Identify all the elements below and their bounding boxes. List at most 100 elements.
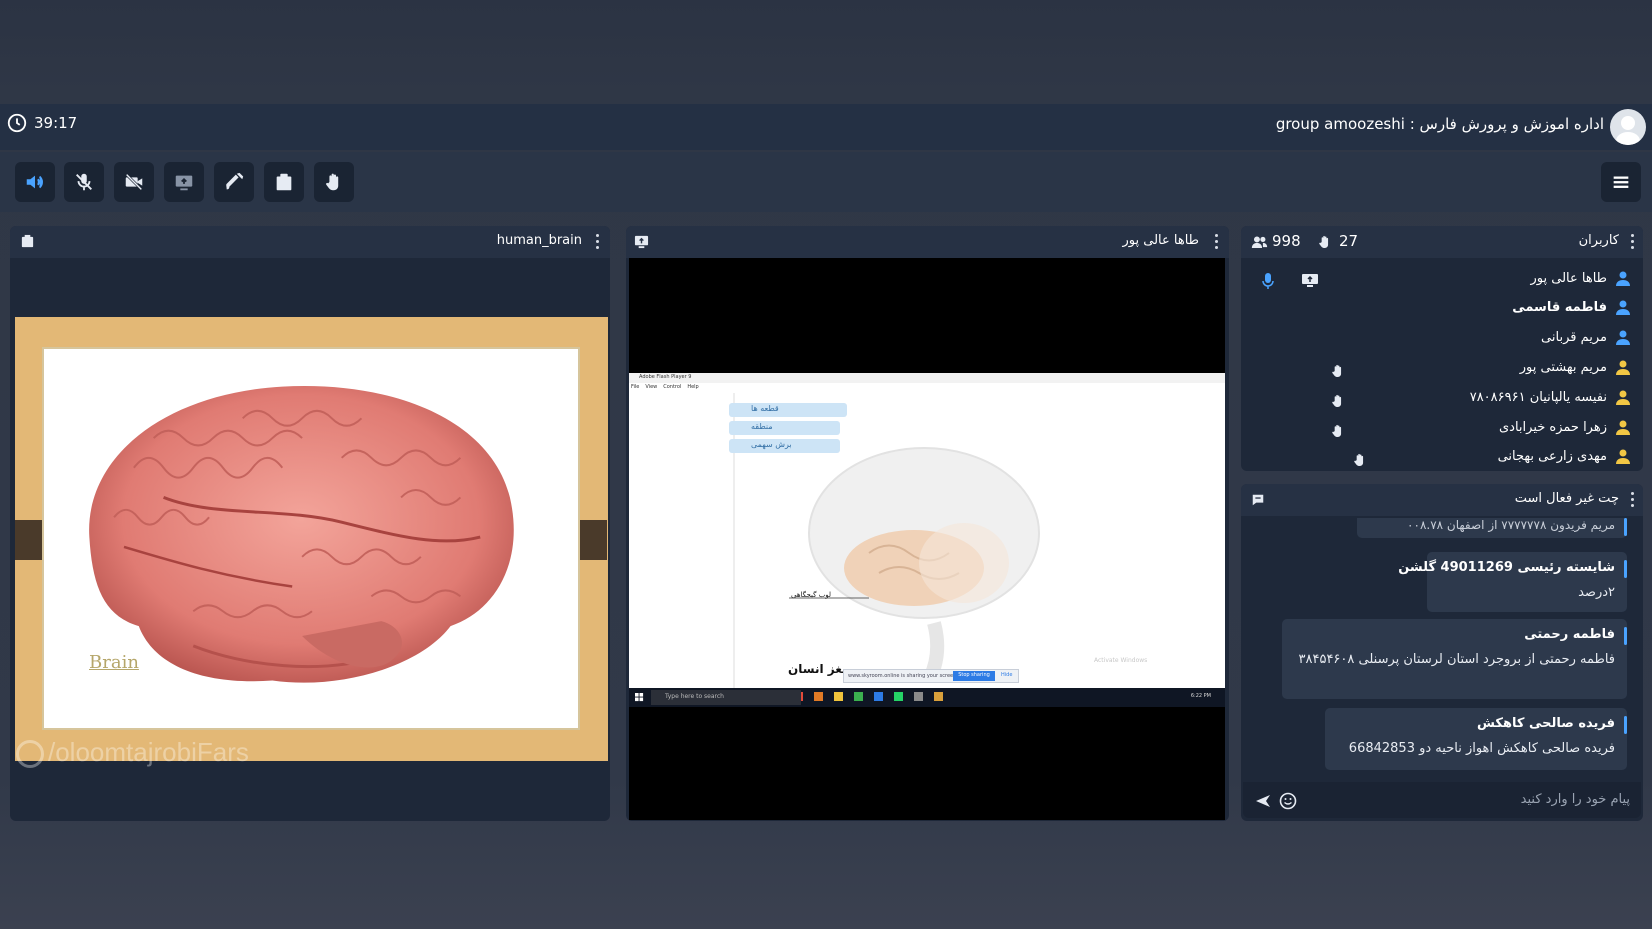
- share-notification-text: www.skyroom.online is sharing your scree…: [848, 673, 958, 679]
- taskbar-app-icon[interactable]: [894, 692, 903, 701]
- camera-button[interactable]: [114, 162, 154, 202]
- watermark-logo-icon: [16, 740, 44, 769]
- session-timer: 39:17: [6, 112, 77, 134]
- raise-hand-icon: [326, 173, 339, 191]
- screen-button-section[interactable]: برش سهمی: [729, 439, 840, 453]
- user-item-0[interactable]: طاها عالی پور: [1530, 264, 1631, 292]
- user-item-2[interactable]: مریم قربانی: [1541, 323, 1631, 351]
- menu-help[interactable]: Help: [687, 384, 698, 390]
- raised-hand-icon: [1332, 364, 1342, 377]
- menu-control[interactable]: Control: [663, 384, 681, 390]
- chat-status-title: چت غیر فعال است: [1514, 491, 1619, 506]
- raised-hand-icon: [1332, 394, 1342, 407]
- user-icon: [1616, 300, 1630, 315]
- windows-start-icon: [635, 693, 644, 702]
- screen-share-icon: [175, 175, 193, 191]
- taskbar-app-icon[interactable]: [814, 692, 823, 701]
- user-icon: [1616, 449, 1630, 464]
- emoji-icon[interactable]: [1279, 792, 1297, 810]
- mic-active-icon: [1262, 273, 1274, 289]
- taskbar-clock: 6:22 PM: [1190, 693, 1211, 699]
- mic-button[interactable]: [64, 162, 104, 202]
- user-name: مریم قربانی: [1541, 329, 1607, 345]
- taskbar-app-icon[interactable]: [874, 692, 883, 701]
- user-list: طاها عالی پور فاطمه قاسمی مریم قربانی مر…: [1243, 258, 1641, 469]
- user-name: طاها عالی پور: [1530, 270, 1607, 286]
- flash-menu-bar: File View Control Help: [631, 384, 699, 390]
- screen-caption: مغز انسان: [788, 662, 850, 676]
- chat-message-partial: مریم فریدون ۷۷۷۷۷۷۸ از اصفهان ۰۰۸.۷۸: [1357, 518, 1627, 538]
- user-item-5[interactable]: زهرا حمزه خیرابادی: [1499, 413, 1631, 441]
- hide-share-button[interactable]: Hide: [1001, 672, 1012, 678]
- taskbar-search[interactable]: Type here to search: [651, 690, 801, 705]
- screen-button-parts[interactable]: قطعه ها: [729, 403, 847, 417]
- activate-windows-text: Activate Windows: [1094, 657, 1148, 664]
- user-item-6[interactable]: مهدی زارعی بهجانی: [1498, 442, 1631, 470]
- taskbar-app-icon[interactable]: [914, 692, 923, 701]
- speaker-button[interactable]: [15, 162, 55, 202]
- menu-file[interactable]: File: [631, 384, 639, 390]
- chat-message-author: فاطمه رحمتی: [1524, 627, 1615, 642]
- screen-share-button[interactable]: [164, 162, 204, 202]
- taskbar-app-icon[interactable]: [934, 692, 943, 701]
- watermark-text: /oloomtajrobiFars: [48, 737, 249, 767]
- mic-off-icon: [76, 173, 92, 191]
- chat-options-icon[interactable]: [1631, 492, 1635, 508]
- chat-message-body: مریم فریدون ۷۷۷۷۷۷۸ از اصفهان ۰۰۸.۷۸: [1407, 518, 1615, 532]
- user-name: نفیسه یالپانیان ۷۸۰۸۶۹۶۱: [1469, 389, 1607, 405]
- main-menu-button[interactable]: [1601, 162, 1641, 202]
- chat-message: فاطمه رحمتی فاطمه رحمتی از بروجرد استان …: [1282, 619, 1627, 699]
- raised-hand-icon: [1332, 424, 1342, 437]
- pen-button[interactable]: [214, 162, 254, 202]
- user-avatar-icon: [1616, 116, 1640, 145]
- user-name: فاطمه قاسمی: [1512, 299, 1607, 315]
- chat-message: فریده صالحی کاهکش فریده صالحی کاهکش اهوا…: [1325, 708, 1627, 770]
- presentation-panel-header: human_brain: [10, 226, 610, 258]
- user-item-3[interactable]: مریم بهشتی پور: [1520, 353, 1631, 381]
- whiteboard-button[interactable]: [264, 162, 304, 202]
- chat-message-body: فاطمه رحمتی از بروجرد استان لرستان پرسنل…: [1298, 652, 1615, 667]
- user-item-1[interactable]: فاطمه قاسمی: [1512, 293, 1631, 321]
- flash-window-titlebar: Adobe Flash Player 9: [629, 373, 1225, 383]
- room-title: اداره اموزش و پرورش فارس : group amoozes…: [1275, 115, 1604, 133]
- users-options-icon[interactable]: [1631, 234, 1635, 250]
- clock-icon: [7, 113, 27, 133]
- user-name: زهرا حمزه خیرابادی: [1498, 419, 1607, 435]
- user-item-4[interactable]: نفیسه یالپانیان ۷۸۰۸۶۹۶۱: [1470, 383, 1631, 411]
- chat-panel-header: چت غیر فعال است: [1241, 484, 1643, 516]
- raised-hands-icon: [1319, 235, 1329, 248]
- users-icon: [1251, 236, 1268, 248]
- screen-button-region[interactable]: منطقه: [729, 421, 840, 435]
- stop-sharing-button[interactable]: Stop sharing: [953, 671, 995, 681]
- document-icon: [21, 234, 34, 248]
- screen-icon: [634, 235, 649, 249]
- presentation-options-icon[interactable]: [596, 234, 600, 250]
- raised-hand-count: 27: [1339, 232, 1359, 250]
- timer-text: 39:17: [34, 114, 78, 132]
- avatar[interactable]: [1610, 109, 1646, 145]
- chat-input-placeholder: پیام خود را وارد کنید: [1520, 792, 1630, 807]
- user-name: مهدی زارعی بهجانی: [1497, 448, 1607, 464]
- chat-messages: مریم فریدون ۷۷۷۷۷۷۸ از اصفهان ۰۰۸.۷۸ شای…: [1243, 518, 1641, 780]
- pen-icon: [226, 172, 244, 190]
- user-icon: [1616, 330, 1630, 345]
- screen-share-options-icon[interactable]: [1215, 234, 1219, 250]
- user-count: 998: [1272, 232, 1301, 250]
- raise-hand-button[interactable]: [314, 162, 354, 202]
- menu-view[interactable]: View: [645, 384, 657, 390]
- chat-message-body: فریده صالحی کاهکش اهواز ناحیه دو 6684285…: [1348, 741, 1615, 756]
- hamburger-icon: [1613, 176, 1629, 188]
- speaker-icon: [26, 175, 43, 189]
- chat-message: شایسته رئیسی 49011269 گلشن ۲درصد: [1398, 552, 1627, 612]
- user-icon: [1616, 420, 1630, 435]
- taskbar-app-icon[interactable]: [854, 692, 863, 701]
- user-icon: [1616, 360, 1630, 375]
- presenter-name: طاها عالی پور: [1122, 233, 1199, 248]
- user-name: مریم بهشتی پور: [1519, 359, 1607, 375]
- send-icon[interactable]: [1255, 793, 1271, 809]
- temporal-lobe-label: لوب گیجگاهی: [791, 591, 832, 599]
- camera-off-icon: [125, 173, 143, 191]
- chat-message-author: فریده صالحی کاهکش: [1477, 716, 1615, 731]
- taskbar-app-icon[interactable]: [834, 692, 843, 701]
- chat-message-body: ۲درصد: [1578, 585, 1615, 600]
